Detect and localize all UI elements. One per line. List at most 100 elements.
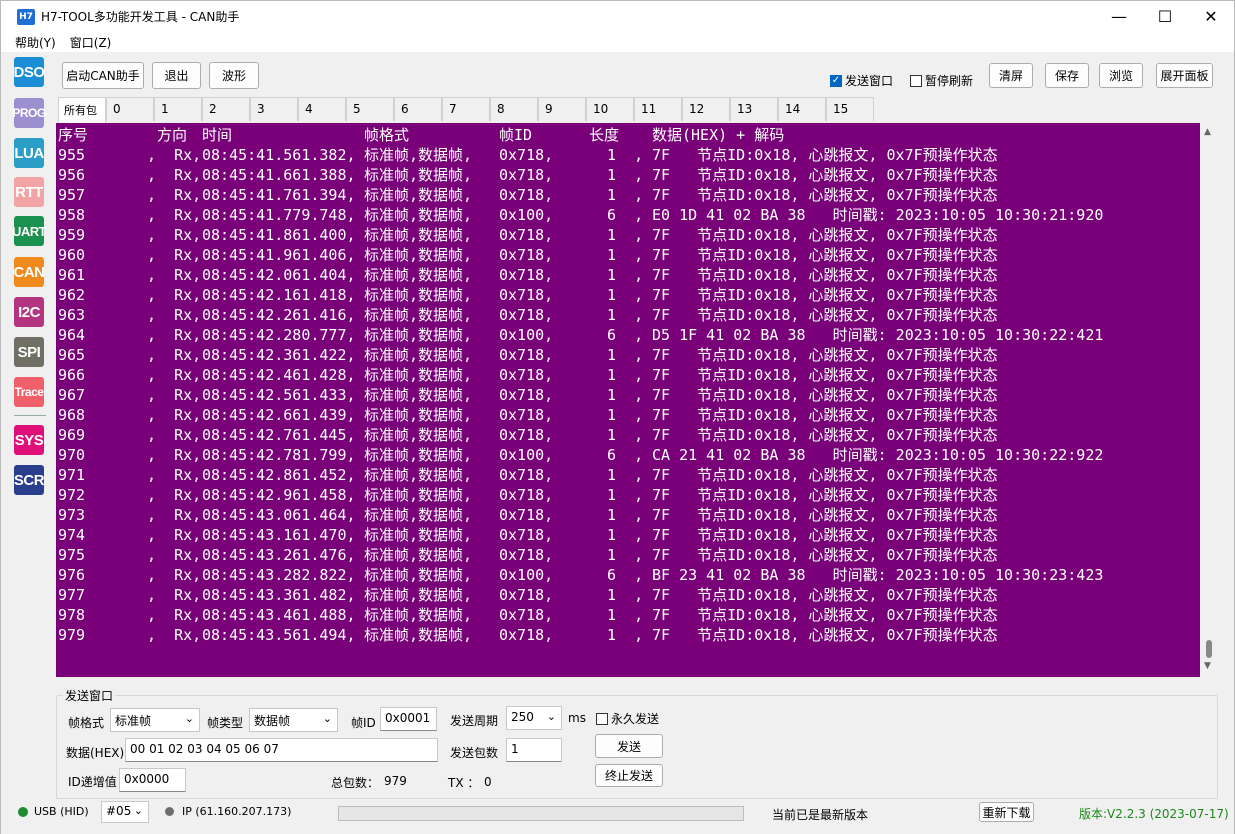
log-cell-fmt: 标准帧,数据帧,	[364, 366, 473, 384]
tab-11[interactable]: 11	[634, 97, 682, 121]
log-cell-len: 1 ,	[607, 506, 644, 524]
tab-0[interactable]: 0	[106, 97, 154, 121]
log-cell-dir: , Rx,	[147, 606, 202, 624]
browse-button[interactable]: 浏览	[1099, 63, 1143, 88]
frame-format-select[interactable]: 标准帧 ⌄	[110, 708, 200, 732]
module-i2c-button[interactable]: I2C	[14, 297, 44, 327]
log-cell-dir: , Rx,	[147, 626, 202, 644]
tab-4[interactable]: 4	[298, 97, 346, 121]
period-value: 250	[511, 710, 534, 724]
module-scr-button[interactable]: SCR	[14, 465, 45, 495]
module-dso-button[interactable]: DSO	[14, 57, 45, 87]
close-button[interactable]: ✕	[1188, 1, 1234, 32]
pause-refresh-checkbox[interactable]: 暂停刷新	[910, 72, 973, 89]
frame-type-select[interactable]: 数据帧 ⌄	[249, 708, 338, 732]
log-cell-id: 0x718,	[499, 226, 554, 244]
log-cell-seq: 965	[58, 346, 86, 364]
tab-2[interactable]: 2	[202, 97, 250, 121]
log-cell-data: 7F 节点ID:0x18, 心跳报文, 0x7F预操作状态	[652, 266, 998, 284]
scroll-thumb[interactable]	[1206, 640, 1212, 658]
minimize-button[interactable]: —	[1096, 1, 1142, 32]
clear-button[interactable]: 清屏	[989, 63, 1033, 88]
module-trace-button[interactable]: Trace	[14, 377, 44, 407]
frame-type-label: 帧类型	[207, 716, 244, 730]
module-rtt-button[interactable]: RTT	[14, 177, 44, 207]
tab-9[interactable]: 9	[538, 97, 586, 121]
module-lua-button[interactable]: LUA	[14, 138, 44, 168]
log-cell-seq: 962	[58, 286, 86, 304]
device-select[interactable]: #05 ⌄	[101, 801, 149, 823]
log-cell-len: 1 ,	[607, 226, 644, 244]
log-cell-fmt: 标准帧,数据帧,	[364, 166, 473, 184]
data-hex-input[interactable]: 00 01 02 03 04 05 06 07	[125, 738, 438, 762]
log-cell-dir: , Rx,	[147, 446, 202, 464]
chevron-down-icon: ⌄	[133, 804, 143, 817]
log-cell-data: 7F 节点ID:0x18, 心跳报文, 0x7F预操作状态	[652, 306, 998, 324]
log-cell-dir: , Rx,	[147, 366, 202, 384]
menu-window[interactable]: 窗口(Z)	[70, 34, 112, 51]
tab-6[interactable]: 6	[394, 97, 442, 121]
chevron-down-icon: ⌄	[184, 712, 194, 725]
tab-15[interactable]: 15	[826, 97, 874, 121]
tab-all[interactable]: 所有包	[58, 97, 106, 123]
log-cell-seq: 975	[58, 546, 86, 564]
header-dir: 方向	[157, 126, 188, 144]
tab-1[interactable]: 1	[154, 97, 202, 121]
log-cell-seq: 973	[58, 506, 86, 524]
tab-8[interactable]: 8	[490, 97, 538, 121]
log-cell-dir: , Rx,	[147, 326, 202, 344]
module-uart-button[interactable]: UART	[12, 216, 47, 246]
menu-help[interactable]: 帮助(Y)	[15, 34, 56, 51]
start-can-button[interactable]: 启动CAN助手	[62, 62, 144, 89]
wave-button[interactable]: 波形	[209, 62, 259, 89]
log-cell-id: 0x718,	[499, 526, 554, 544]
send-window-checkbox[interactable]: ✓ 发送窗口	[830, 72, 893, 89]
tab-10[interactable]: 10	[586, 97, 634, 121]
log-cell-len: 1 ,	[607, 246, 644, 264]
tab-7[interactable]: 7	[442, 97, 490, 121]
module-prog-button[interactable]: PROG	[12, 98, 46, 128]
scroll-down-icon[interactable]: ▼	[1204, 661, 1211, 671]
log-cell-id: 0x718,	[499, 346, 554, 364]
send-count-input[interactable]: 1	[506, 738, 562, 762]
id-increment-input[interactable]: 0x0000	[119, 768, 186, 792]
log-cell-id: 0x718,	[499, 366, 554, 384]
can-log-view[interactable]: 序号 方向 时间 帧格式 帧ID 长度 数据(HEX) + 解码 955 , Rx…	[56, 123, 1200, 677]
log-cell-id: 0x718,	[499, 466, 554, 484]
redownload-button[interactable]: 重新下载	[979, 802, 1034, 822]
maximize-button[interactable]: ☐	[1142, 1, 1188, 32]
save-button[interactable]: 保存	[1045, 63, 1089, 88]
tab-14[interactable]: 14	[778, 97, 826, 121]
frame-id-input[interactable]: 0x0001	[380, 707, 437, 731]
tab-13[interactable]: 13	[730, 97, 778, 121]
scroll-up-icon[interactable]: ▲	[1204, 127, 1211, 137]
tab-3[interactable]: 3	[250, 97, 298, 121]
log-scrollbar[interactable]: ▲ ▼	[1200, 123, 1218, 677]
frame-format-value: 标准帧	[115, 714, 152, 728]
log-cell-id: 0x718,	[499, 246, 554, 264]
stop-send-button[interactable]: 终止发送	[595, 764, 663, 787]
log-cell-dir: , Rx,	[147, 566, 202, 584]
log-cell-seq: 961	[58, 266, 86, 284]
log-cell-seq: 969	[58, 426, 86, 444]
log-cell-data: 7F 节点ID:0x18, 心跳报文, 0x7F预操作状态	[652, 626, 998, 644]
period-select[interactable]: 250 ⌄	[506, 706, 562, 730]
tab-5[interactable]: 5	[346, 97, 394, 121]
module-sys-button[interactable]: SYS	[14, 425, 44, 455]
total-count-label: 总包数：	[331, 776, 380, 790]
forever-send-checkbox[interactable]: 永久发送	[596, 710, 659, 727]
send-button[interactable]: 发送	[595, 734, 663, 758]
tab-12[interactable]: 12	[682, 97, 730, 121]
expand-panel-button[interactable]: 展开面板	[1156, 63, 1213, 88]
log-cell-id: 0x718,	[499, 506, 554, 524]
id-increment-label: ID递增值	[68, 775, 117, 789]
log-cell-len: 1 ,	[607, 346, 644, 364]
exit-button[interactable]: 退出	[152, 62, 201, 89]
module-can-button[interactable]: CAN	[14, 257, 45, 287]
module-spi-button[interactable]: SPI	[14, 337, 44, 367]
ip-status: IP (61.160.207.173)	[182, 805, 292, 818]
log-cell-len: 1 ,	[607, 406, 644, 424]
log-cell-seq: 968	[58, 406, 86, 424]
log-cell-fmt: 标准帧,数据帧,	[364, 426, 473, 444]
log-cell-fmt: 标准帧,数据帧,	[364, 626, 473, 644]
